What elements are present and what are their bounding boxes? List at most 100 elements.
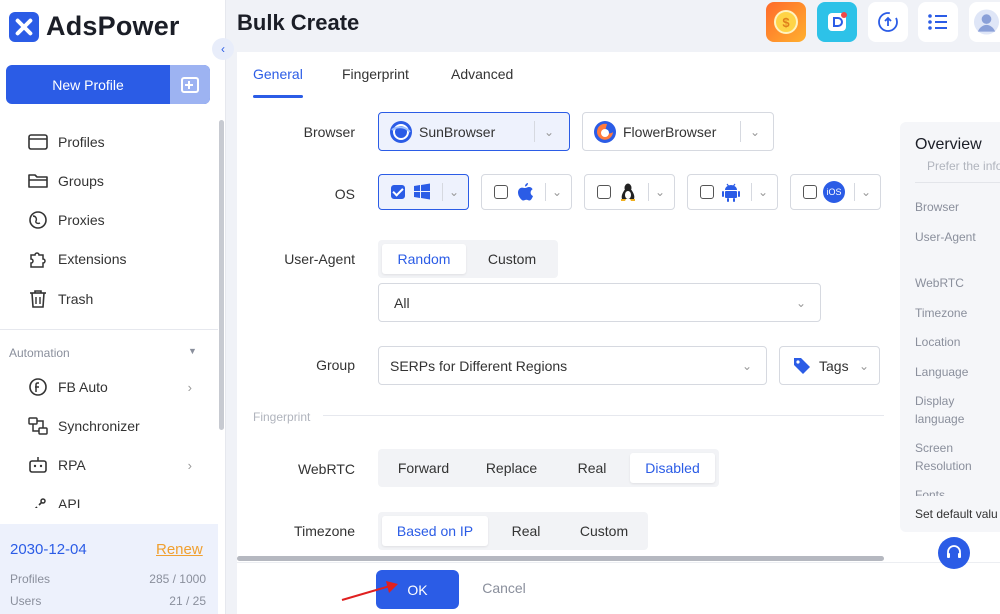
tag-icon [794, 357, 810, 374]
user-agent-label: User-Agent [284, 251, 355, 267]
new-profile-button-group: New Profile [6, 65, 210, 104]
separator [442, 183, 443, 201]
webrtc-replace-option[interactable]: Replace [469, 453, 554, 483]
timezone-label: Timezone [294, 523, 355, 539]
sidebar-item-label: Trash [58, 291, 94, 307]
sidebar-item-label: FB Auto [58, 379, 108, 395]
os-ios-option[interactable]: iOS ⌄ [790, 174, 881, 210]
webrtc-real-option[interactable]: Real [558, 453, 626, 483]
checkbox-unchecked[interactable] [803, 185, 817, 199]
checkbox-unchecked[interactable] [494, 185, 508, 199]
renew-link[interactable]: Renew [156, 541, 203, 558]
sidebar-item-fb-auto[interactable]: FB Auto › [0, 369, 218, 405]
webrtc-forward-option[interactable]: Forward [382, 453, 465, 483]
logo[interactable]: AdsPower [9, 11, 180, 42]
automation-section-label: Automation [9, 346, 70, 360]
timezone-real-option[interactable]: Real [492, 516, 560, 546]
tags-select[interactable]: Tags ⌄ [779, 346, 880, 385]
sidebar-scrollbar[interactable] [219, 120, 224, 430]
fingerprint-section-label: Fingerprint [253, 410, 311, 424]
horizontal-scrollbar[interactable] [237, 556, 884, 561]
flowerbrowser-label: FlowerBrowser [623, 123, 717, 140]
api-icon [28, 496, 48, 508]
collapse-sidebar-button[interactable]: ‹ [212, 38, 234, 60]
users-usage-value: 21 / 25 [169, 594, 206, 608]
trash-icon [28, 289, 48, 309]
checkbox-checked[interactable] [391, 185, 405, 199]
os-macos-option[interactable]: ⌄ [481, 174, 572, 210]
fb-auto-icon [28, 377, 48, 397]
sidebar-item-synchronizer[interactable]: Synchronizer [0, 408, 218, 444]
sidebar: AdsPower New Profile Profiles Groups Pro… [0, 0, 226, 614]
active-tab-indicator [253, 95, 303, 98]
tab-fingerprint[interactable]: Fingerprint [342, 66, 409, 82]
sidebar-item-label: Groups [58, 173, 104, 189]
new-profile-button[interactable]: New Profile [6, 65, 170, 104]
rpa-icon [28, 455, 48, 475]
separator [648, 183, 649, 201]
group-select[interactable]: SERPs for Different Regions ⌄ [378, 346, 767, 385]
sidebar-item-profiles[interactable]: Profiles [0, 124, 218, 160]
os-windows-option[interactable]: ⌄ [378, 174, 469, 210]
sidebar-item-api[interactable]: API [0, 486, 218, 508]
tags-label: Tags [819, 357, 849, 374]
ua-custom-option[interactable]: Custom [470, 244, 554, 274]
sidebar-item-label: RPA [58, 457, 86, 473]
sunbrowser-icon [390, 120, 412, 143]
chevron-down-icon: ⌄ [544, 124, 555, 139]
batch-add-button[interactable] [170, 65, 210, 104]
sidebar-item-trash[interactable]: Trash [0, 281, 218, 317]
os-label: OS [334, 186, 355, 202]
user-avatar-button[interactable] [969, 2, 1000, 42]
headset-icon [947, 545, 961, 558]
timezone-custom-option[interactable]: Custom [564, 516, 644, 546]
os-android-option[interactable]: ⌄ [687, 174, 778, 210]
separator [740, 121, 741, 142]
timezone-based-on-ip-option[interactable]: Based on IP [382, 516, 488, 546]
support-chat-button[interactable] [938, 537, 970, 569]
linux-icon [621, 183, 635, 201]
checkbox-unchecked[interactable] [597, 185, 611, 199]
overview-divider [915, 182, 1000, 183]
tab-general[interactable]: General [253, 66, 303, 82]
avatar-icon [973, 9, 1000, 35]
chevron-down-icon: ⌄ [742, 358, 753, 373]
sidebar-item-rpa[interactable]: RPA › [0, 447, 218, 483]
profiles-icon [28, 132, 48, 152]
group-select-value: SERPs for Different Regions [390, 357, 568, 374]
coin-reward-button[interactable]: $ [766, 2, 806, 42]
sidebar-item-label: Extensions [58, 251, 127, 267]
tab-advanced[interactable]: Advanced [451, 66, 513, 82]
plan-info: 2030-12-04 Renew Profiles 285 / 1000 Use… [0, 524, 218, 614]
folder-icon [28, 171, 48, 191]
sidebar-item-proxies[interactable]: Proxies [0, 202, 218, 238]
sync-button[interactable] [868, 2, 908, 42]
checkbox-unchecked[interactable] [700, 185, 714, 199]
webrtc-disabled-option[interactable]: Disabled [630, 453, 715, 483]
sidebar-item-groups[interactable]: Groups [0, 163, 218, 199]
ua-random-option[interactable]: Random [382, 244, 466, 274]
windows-icon [414, 183, 430, 200]
profiles-usage-value: 285 / 1000 [149, 572, 206, 586]
task-list-button[interactable] [918, 2, 958, 42]
user-agent-select[interactable]: All ⌄ [378, 283, 821, 322]
ua-select-value: All [394, 294, 410, 311]
download-app-button[interactable] [817, 2, 857, 42]
cancel-button[interactable]: Cancel [470, 580, 538, 596]
chevron-right-icon: › [187, 379, 192, 395]
coin-icon: $ [774, 10, 798, 34]
pointer-arrow-icon [341, 581, 398, 601]
profiles-usage-label: Profiles [10, 572, 51, 586]
flowerbrowser-option[interactable]: FlowerBrowser ⌄ [582, 112, 774, 151]
caret-down-icon[interactable]: ▼ [188, 346, 197, 356]
list-icon [928, 14, 947, 30]
synchronizer-icon [28, 416, 48, 436]
sunbrowser-option[interactable]: SunBrowser ⌄ [378, 112, 570, 151]
os-linux-option[interactable]: ⌄ [584, 174, 675, 210]
sidebar-item-extensions[interactable]: Extensions [0, 241, 218, 277]
ios-icon: iOS [823, 181, 845, 203]
set-default-values-link[interactable]: Set default valu [915, 507, 998, 521]
adspower-logo-icon [9, 11, 39, 42]
separator [534, 121, 535, 142]
group-label: Group [316, 357, 355, 373]
